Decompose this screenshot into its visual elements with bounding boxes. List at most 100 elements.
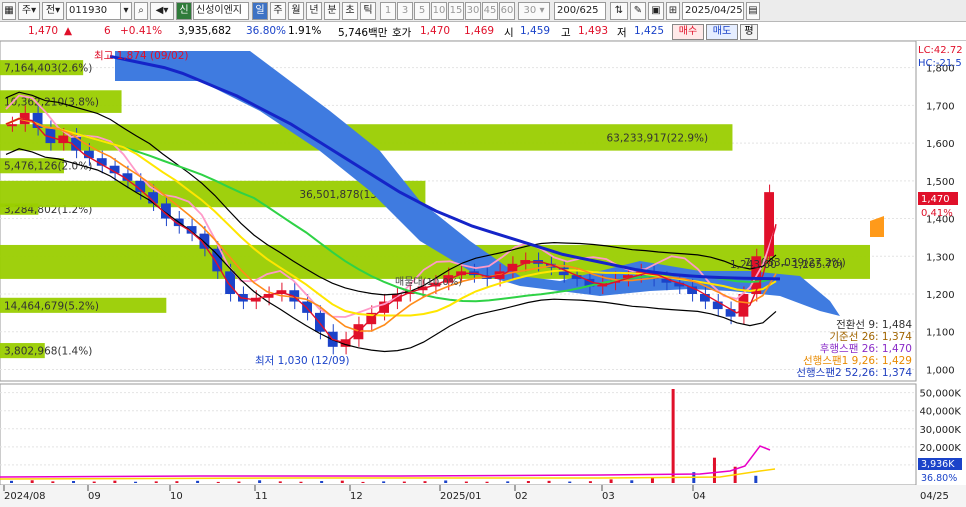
tab-year[interactable]: 년 (306, 2, 322, 20)
candle-body (225, 271, 235, 294)
x-right-label: 04/25 (920, 491, 949, 502)
buy-button[interactable]: 매수 (672, 24, 704, 40)
avg-button[interactable]: 평 (740, 24, 758, 40)
interval-select[interactable]: 30 ▾ (518, 2, 550, 20)
candle-body (7, 124, 17, 127)
price-change-pct: +0.41% (120, 25, 163, 37)
volume-bar (650, 477, 654, 483)
date-input[interactable]: 2025/04/25 (682, 2, 744, 20)
interval-45[interactable]: 45 (482, 2, 498, 20)
quote-bar: 1,470 ▲ 6 +0.41% 3,935,682 36.80% 1.91% … (0, 23, 966, 41)
price-tick-label: 1,300 (926, 252, 955, 263)
volume-ratio: 36.80% (246, 25, 287, 37)
interval-15[interactable]: 15 (448, 2, 464, 20)
time-tick-label: 12 (350, 491, 363, 502)
high-price: 1,493 (578, 25, 609, 37)
current-price: 1,470 (28, 25, 59, 37)
volume-bar (51, 481, 55, 483)
period-select[interactable]: 주▾ (18, 2, 40, 20)
type-select[interactable]: 전▾ (42, 2, 64, 20)
profile-boundary-tag: 매물대(10.0%) (395, 276, 462, 288)
price-tick-label: 1,500 (926, 177, 955, 188)
volume-bar (340, 480, 344, 483)
range-input[interactable]: 200/625 (554, 2, 606, 20)
tab-tick[interactable]: 틱 (360, 2, 376, 20)
time-tick-label: 10 (170, 491, 183, 502)
volume-bar (754, 475, 758, 483)
interval-1[interactable]: 1 (380, 2, 396, 20)
hc-label: HC:-21.5 (918, 58, 962, 69)
interval-60[interactable]: 60 (499, 2, 515, 20)
volume-bar (444, 480, 448, 483)
last-pct-tag: 0.41% (921, 208, 953, 219)
open-price: 1,459 (520, 25, 551, 37)
volume-bar (671, 389, 675, 483)
interval-10[interactable]: 10 (431, 2, 447, 20)
save-icon[interactable]: ▣ (648, 2, 664, 20)
grid-icon[interactable]: ⊞ (666, 2, 680, 20)
sell-button[interactable]: 매도 (706, 24, 738, 40)
tool-icon[interactable]: ⇅ (610, 2, 628, 20)
stock-chart: 7,164,403(2.6%) 10,362,210(3.8%) 5,476,126… (0, 41, 966, 507)
volume-pane (0, 383, 917, 486)
open-label: 시 (504, 27, 514, 39)
volume-bar (92, 481, 96, 483)
tab-week[interactable]: 주 (270, 2, 286, 20)
price-pane (0, 41, 917, 382)
volume-bar (630, 480, 634, 483)
bid-label: 호가 (392, 27, 412, 39)
price-axis: 1,0001,1001,2001,3001,4001,5001,6001,700… (926, 64, 955, 377)
interval-5[interactable]: 5 (414, 2, 430, 20)
volume-bar (196, 480, 200, 483)
price-tick-label: 1,200 (926, 290, 955, 301)
volume-bar (216, 481, 220, 483)
volume-bar (547, 480, 551, 483)
lc-label: LC:42.72 (918, 45, 963, 56)
stock-code-input[interactable]: 011930 (66, 2, 124, 20)
time-tick-label: 11 (255, 491, 268, 502)
layout-icon[interactable]: ▦ (2, 2, 16, 20)
interval-3[interactable]: 3 (397, 2, 413, 20)
type-select-label: 전 (45, 5, 56, 16)
tab-month[interactable]: 월 (288, 2, 304, 20)
volume-bar (361, 481, 365, 483)
sound-icon[interactable]: ◀▾ (150, 2, 174, 20)
time-axis-bg (0, 485, 966, 507)
draw-icon[interactable]: ✎ (630, 2, 646, 20)
time-tick-label: 2024/08 (4, 491, 46, 502)
time-tick-label: 02 (515, 491, 528, 502)
tab-minute[interactable]: 분 (324, 2, 340, 20)
volume-bar (568, 481, 572, 483)
interval-select-label: 30 (523, 5, 537, 16)
volume-bar (278, 481, 282, 483)
code-dropdown-icon[interactable]: ▾ (120, 2, 132, 20)
tab-day[interactable]: 일 (252, 2, 268, 20)
volume-tick-label: 40,000K (919, 407, 961, 418)
volume: 3,935,682 (178, 25, 232, 37)
high-label: 고 (561, 27, 571, 39)
volume-tick-label: 50,000K (919, 389, 961, 400)
search-icon[interactable]: ⌕ (134, 2, 148, 20)
volume-bar (402, 481, 406, 483)
stock-type-badge: 신 (176, 2, 192, 20)
price-tick-label: 1,000 (926, 365, 955, 376)
tab-second[interactable]: 초 (342, 2, 358, 20)
profile-label: 10,362,210(3.8%) (4, 97, 99, 109)
volume-tick-label: 20,000K (919, 443, 961, 454)
volume-bar (30, 480, 34, 483)
volume-bar (423, 481, 427, 483)
candle-body (738, 294, 749, 317)
profile-label: 3,802,968(1.4%) (4, 346, 92, 358)
low-label: 저 (617, 27, 627, 39)
volume-bar (72, 481, 76, 483)
volume-bar (464, 481, 468, 483)
ichimoku-legend-item: 선행스팬1 9,26: 1,429 (803, 355, 912, 367)
max-price-label: 최고 1,874 (09/02) (94, 50, 189, 62)
volume-bar (134, 481, 138, 483)
time-tick-label: 09 (88, 491, 101, 502)
candle-body (725, 309, 736, 317)
interval-30[interactable]: 30 (465, 2, 481, 20)
turnover: 1.91% (288, 25, 322, 37)
last-price-tag: 1,470 (921, 194, 950, 205)
calendar-icon[interactable]: ▤ (746, 2, 760, 20)
